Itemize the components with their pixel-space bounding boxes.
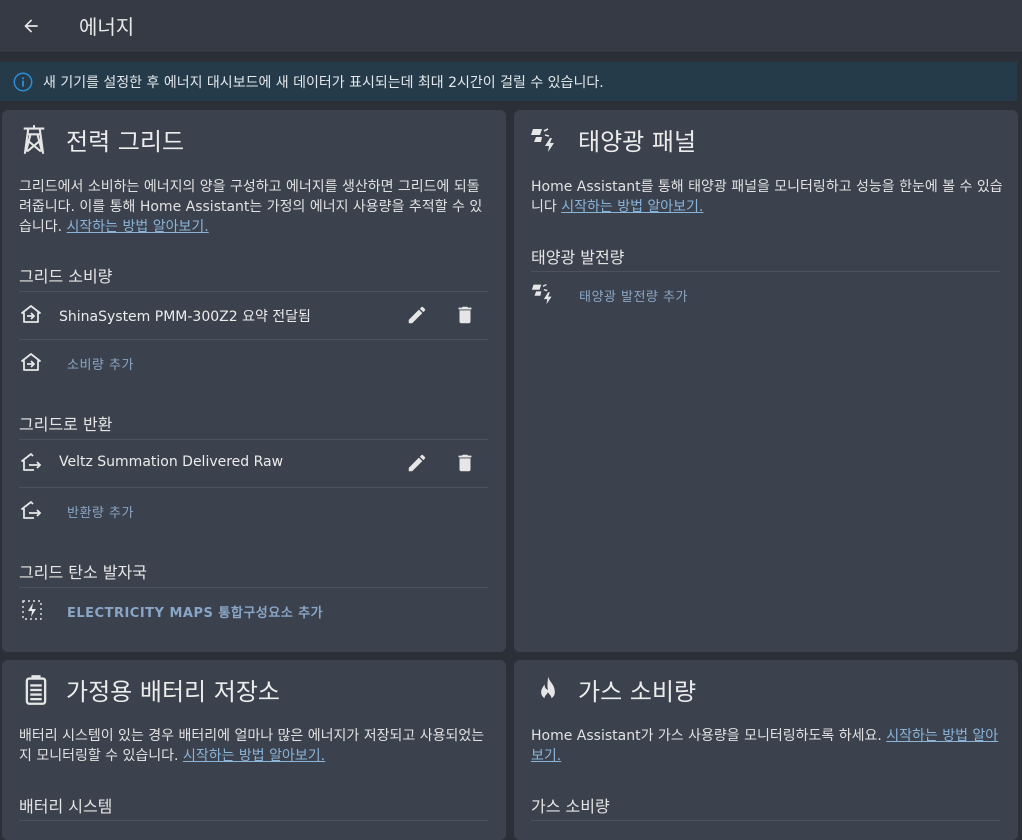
solar-power-icon [531, 283, 552, 305]
grid-return-item: Veltz Summation Delivered Raw [59, 454, 284, 470]
add-return-button[interactable]: 반환량 추가 [67, 502, 134, 521]
grid-card-title: 전력 그리드 [66, 128, 185, 156]
add-solar-production-button[interactable]: 태양광 발전량 추가 [579, 286, 688, 305]
divider [19, 587, 488, 588]
gas-card-description: Home Assistant가 가스 사용량을 모니터링하도록 하세요. 시작하… [531, 728, 999, 764]
battery-systems-label: 배터리 시스템 [19, 797, 113, 816]
delete-return-button[interactable] [451, 449, 479, 477]
home-export-icon [21, 501, 42, 519]
grid-card-description: 그리드에서 소비하는 에너지의 양을 구성하고 에너지를 생산하면 그리드에 되… [19, 179, 483, 235]
divider [19, 339, 488, 340]
info-alert: 새 기기를 설정한 후 에너지 대시보드에 새 데이터가 표시되는데 최대 2시… [0, 62, 1017, 101]
solar-card: 태양광 패널 Home Assistant를 통해 태양광 패널을 모니터링하고… [514, 110, 1018, 652]
gas-consumption-label: 가스 소비량 [531, 797, 610, 816]
flash-dotted-icon [22, 600, 42, 620]
battery-card-title: 가정용 배터리 저장소 [66, 678, 280, 706]
delete-consumption-button[interactable] [451, 301, 479, 329]
grid-learn-more-link[interactable]: 시작하는 방법 알아보기. [67, 219, 209, 235]
divider [19, 820, 488, 821]
battery-learn-more-link[interactable]: 시작하는 방법 알아보기. [183, 748, 325, 764]
trash-icon [458, 454, 472, 472]
grid-consumption-label: 그리드 소비량 [19, 267, 113, 286]
add-consumption-button[interactable]: 소비량 추가 [67, 354, 134, 373]
fire-icon [541, 676, 555, 702]
divider [531, 271, 1000, 272]
gas-card-title: 가스 소비량 [578, 678, 697, 706]
divider [531, 820, 1000, 821]
add-electricity-maps-button[interactable]: ELECTRICITY MAPS 통합구성요소 추가 [67, 602, 323, 621]
grid-consumption-item: ShinaSystem PMM-300Z2 요약 전달됨 [59, 309, 311, 325]
divider [19, 291, 488, 292]
battery-icon [25, 675, 47, 705]
grid-card: 전력 그리드 그리드에서 소비하는 에너지의 양을 구성하고 에너지를 생산하면… [2, 110, 506, 652]
grid-return-label: 그리드로 반환 [19, 415, 113, 434]
arrow-left-icon [24, 19, 38, 33]
grid-carbon-label: 그리드 탄소 발자국 [19, 563, 147, 582]
solar-learn-more-link[interactable]: 시작하는 방법 알아보기. [561, 199, 703, 215]
battery-card: 가정용 배터리 저장소 배터리 시스템이 있는 경우 배터리에 얼마나 많은 에… [2, 660, 506, 840]
solar-card-description: Home Assistant를 통해 태양광 패널을 모니터링하고 성능을 한눈… [531, 179, 1003, 215]
back-button[interactable] [18, 13, 44, 39]
home-import-icon [21, 305, 41, 323]
edit-return-button[interactable] [403, 449, 431, 477]
trash-icon [458, 306, 472, 324]
info-icon [13, 72, 33, 92]
home-import-icon [21, 353, 41, 371]
solar-card-title: 태양광 패널 [578, 128, 697, 156]
top-app-bar: 에너지 [0, 0, 1022, 53]
solar-production-label: 태양광 발전량 [531, 248, 625, 267]
page-title: 에너지 [79, 15, 135, 39]
divider [19, 487, 488, 488]
pencil-icon [408, 306, 426, 324]
transmission-tower-icon [23, 125, 45, 154]
pencil-icon [408, 454, 426, 472]
divider [19, 439, 488, 440]
battery-card-description: 배터리 시스템이 있는 경우 배터리에 얼마나 많은 에너지가 저장되고 사용되… [19, 728, 485, 764]
solar-power-icon [531, 128, 554, 152]
home-export-icon [21, 453, 42, 471]
edit-consumption-button[interactable] [403, 301, 431, 329]
alert-text: 새 기기를 설정한 후 에너지 대시보드에 새 데이터가 표시되는데 최대 2시… [43, 75, 604, 91]
gas-card: 가스 소비량 Home Assistant가 가스 사용량을 모니터링하도록 하… [514, 660, 1018, 840]
